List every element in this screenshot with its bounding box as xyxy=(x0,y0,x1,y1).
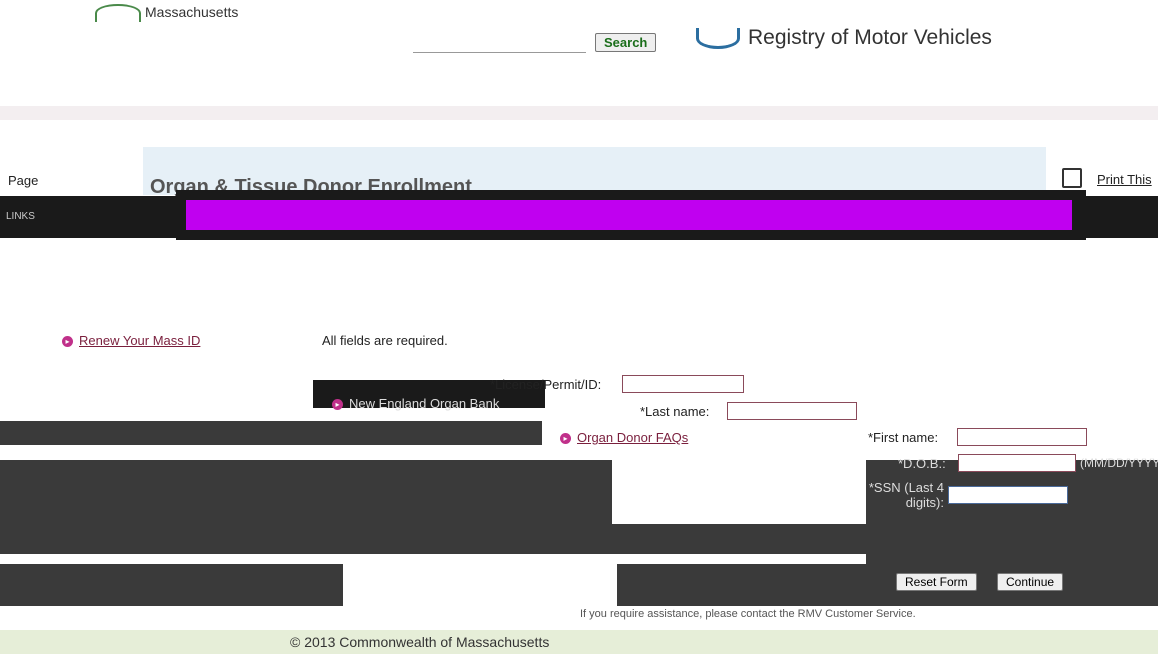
ssn-input[interactable] xyxy=(948,486,1068,504)
bullet-icon: ▸ xyxy=(62,336,73,348)
right-bar xyxy=(1086,196,1158,238)
search-input[interactable] xyxy=(413,34,586,53)
reset-form-button[interactable]: Reset Form xyxy=(896,573,977,591)
gray-block-6 xyxy=(866,460,1158,564)
renew-link-text: Renew Your Mass ID xyxy=(79,333,201,348)
gray-block-3 xyxy=(0,520,866,554)
white-cutout xyxy=(612,460,866,524)
magenta-bar xyxy=(186,200,1072,230)
header: Massachusetts Search Registry of Motor V… xyxy=(0,0,1158,64)
ssn-label: *SSN (Last 4 digits): xyxy=(868,480,944,510)
firstname-label: *First name: xyxy=(868,430,939,445)
gray-block-5 xyxy=(617,564,1158,606)
search-button[interactable]: Search xyxy=(595,33,657,52)
print-link[interactable]: Print This xyxy=(1097,172,1152,187)
gray-block-4 xyxy=(0,564,343,606)
footer xyxy=(0,630,1158,654)
registry-title: Registry of Motor Vehicles xyxy=(748,26,992,49)
link-new-england[interactable]: ▸ New England Organ Bank xyxy=(332,396,499,411)
left-page-label: Page xyxy=(8,173,39,188)
lastname-label: *Last name: xyxy=(640,404,710,419)
organ-faq-text: Organ Donor FAQs xyxy=(577,430,689,445)
continue-button[interactable]: Continue xyxy=(997,573,1064,591)
required-note: All fields are required. xyxy=(322,333,448,348)
bullet-icon: ▸ xyxy=(560,433,571,445)
left-links-label: LINKS xyxy=(6,211,35,222)
license-label: *License/Permit/ID: xyxy=(490,377,602,392)
lastname-input[interactable] xyxy=(727,402,857,420)
seal-icon xyxy=(95,4,141,22)
main-nav[interactable] xyxy=(0,106,1158,120)
rmv-logo-icon xyxy=(696,28,740,49)
link-organ-faq[interactable]: ▸ Organ Donor FAQs xyxy=(560,430,688,445)
gray-block-2 xyxy=(0,460,612,520)
bullet-icon: ▸ xyxy=(332,399,343,411)
left-link-renew[interactable]: ▸ Renew Your Mass ID xyxy=(62,333,200,348)
firstname-input[interactable] xyxy=(957,428,1087,446)
left-links-bar: LINKS xyxy=(0,196,182,238)
help-text: If you require assistance, please contac… xyxy=(580,608,916,620)
dob-input[interactable] xyxy=(958,454,1076,472)
new-england-text: New England Organ Bank xyxy=(349,396,500,411)
agency-logo: Massachusetts xyxy=(145,4,239,20)
license-input[interactable] xyxy=(622,375,744,393)
dob-format: (MM/DD/YYYY) xyxy=(1080,456,1158,470)
gray-block-1 xyxy=(0,421,542,445)
footer-copyright: © 2013 Commonwealth of Massachusetts xyxy=(290,634,550,650)
printer-icon[interactable] xyxy=(1062,168,1082,188)
dob-label: *D.O.B.: xyxy=(898,456,946,471)
